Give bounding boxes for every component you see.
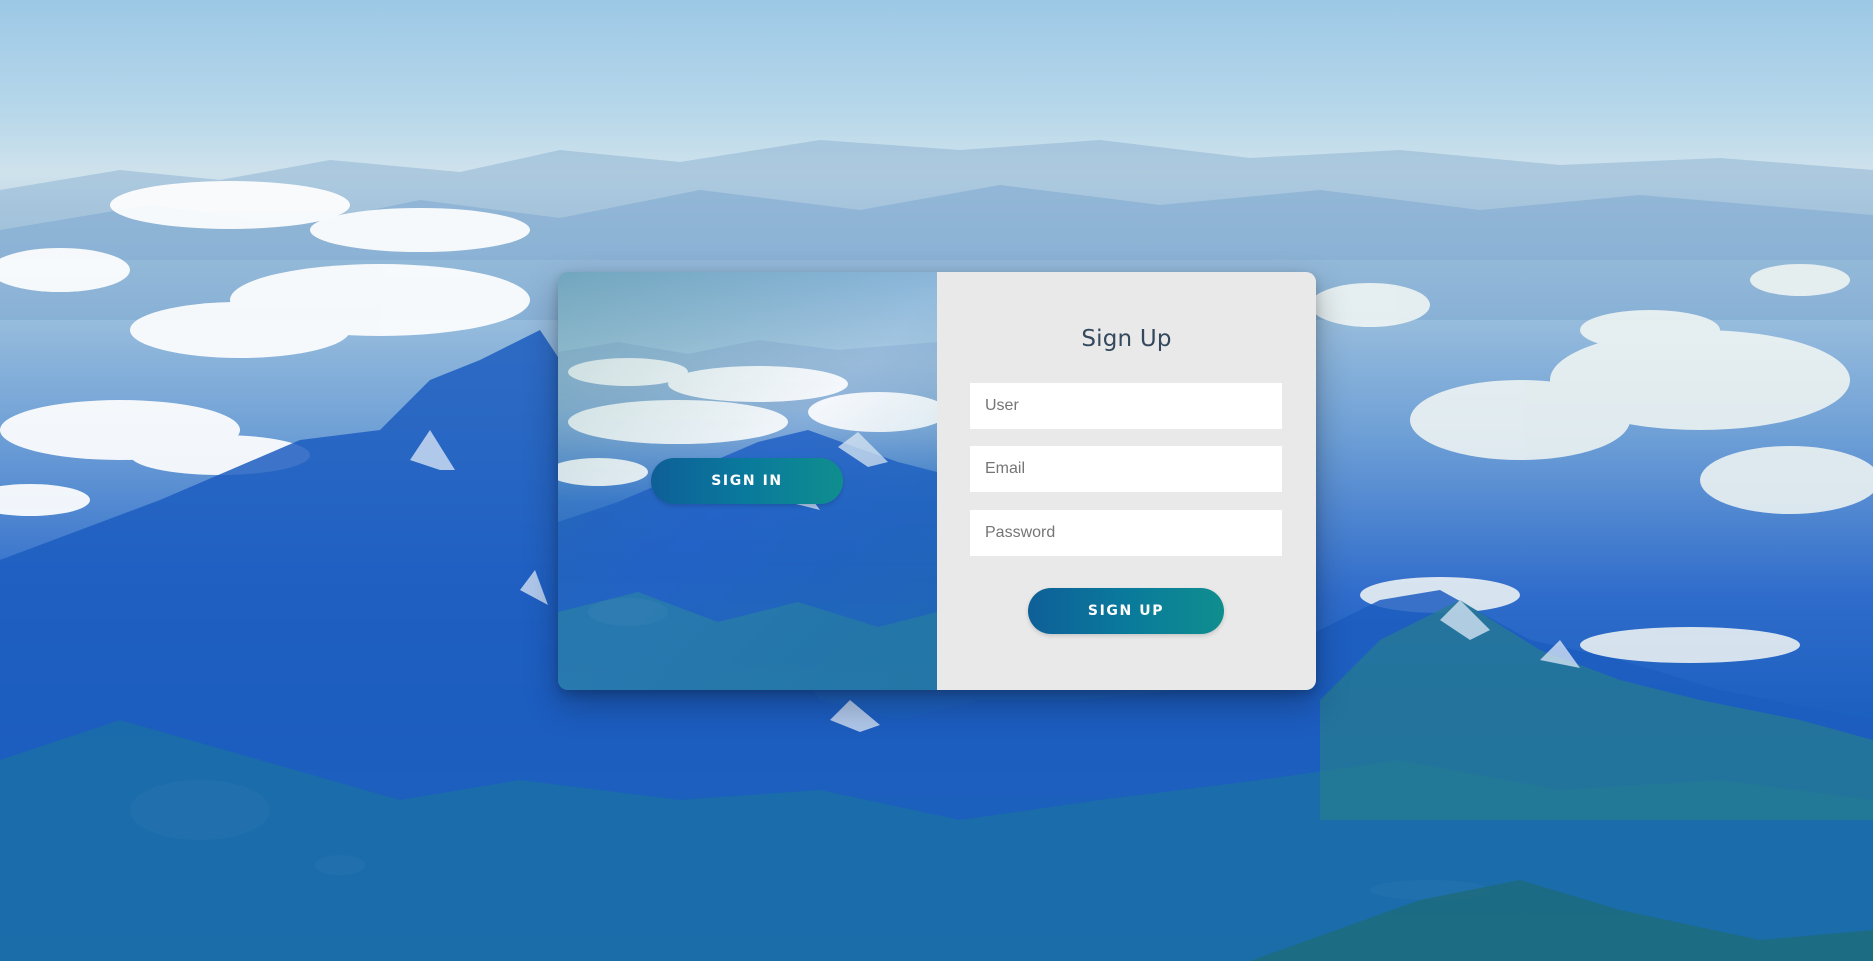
signin-overlay-panel: SIGN IN: [558, 272, 937, 690]
auth-card: SIGN IN Sign Up SIGN UP: [558, 272, 1316, 690]
sign-up-button[interactable]: SIGN UP: [1028, 588, 1224, 634]
email-input[interactable]: [970, 446, 1282, 492]
password-input[interactable]: [970, 510, 1282, 556]
form-title: Sign Up: [1081, 326, 1172, 352]
signup-form: Sign Up SIGN UP: [937, 272, 1316, 690]
sign-in-button[interactable]: SIGN IN: [651, 458, 843, 504]
user-input[interactable]: [970, 383, 1282, 429]
